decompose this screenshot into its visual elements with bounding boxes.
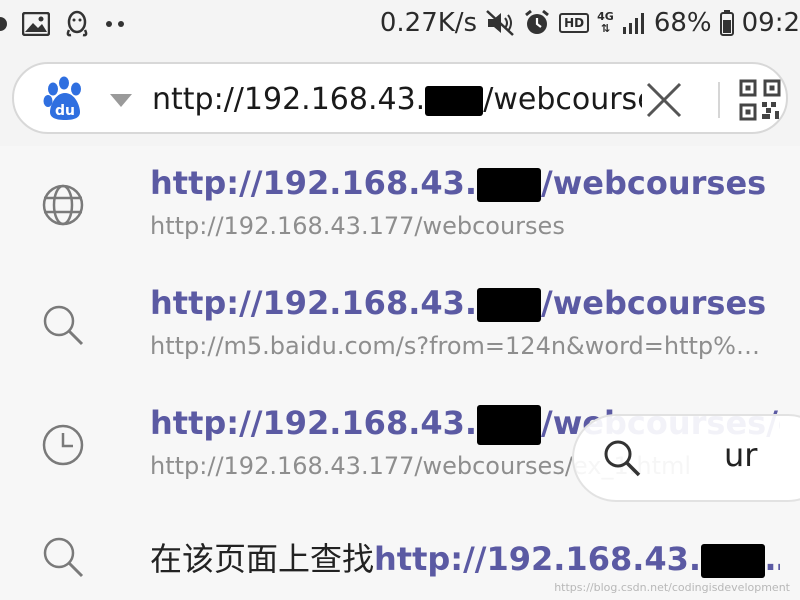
title-suffix: /webcourses <box>541 284 767 322</box>
suggestion-subtitle: http://m5.baidu.com/s?from=124n&word=htt… <box>150 332 770 360</box>
notification-icon <box>0 13 8 35</box>
find-in-page-pill[interactable]: ur <box>572 414 800 502</box>
title-prefix: http://192.168.43. <box>374 540 702 578</box>
suggestion-item-search[interactable]: http://192.168.43. /webcourses http://m5.… <box>0 266 800 386</box>
title-suffix: /webcourses <box>541 164 767 202</box>
watermark: https://blog.csdn.net/codingisdevelopmen… <box>554 581 790 594</box>
baidu-logo-icon[interactable]: du <box>40 74 90 122</box>
network-arrows: ⇅ <box>600 22 611 35</box>
suggestion-title: http://192.168.43. /webcourses <box>150 164 780 202</box>
battery-percent: 68% <box>653 8 712 38</box>
search-icon <box>602 438 642 478</box>
address-bar[interactable]: du nttp://192.168.43. /webcourses <box>12 62 788 134</box>
title-prefix: http://192.168.43. <box>150 164 478 202</box>
status-bar: 0.27K/s HD 4G ⇅ 68% 09:2 <box>0 0 800 52</box>
history-icon <box>40 422 86 468</box>
battery-icon <box>719 10 734 36</box>
gallery-icon <box>22 12 50 36</box>
status-bar-left <box>0 10 128 38</box>
suggestion-item-visited[interactable]: http://192.168.43. /webcourses http://192… <box>0 146 800 266</box>
redaction-mark <box>477 405 542 445</box>
redaction-mark <box>477 168 542 202</box>
browser-screen: 0.27K/s HD 4G ⇅ 68% 09:2 du nttp://192.1… <box>0 0 800 600</box>
more-dots-icon <box>104 19 128 29</box>
title-suffix: … <box>765 540 780 578</box>
suggestion-title: 在该页面上查找http://192.168.43. … <box>150 534 780 580</box>
hd-badge: HD <box>559 13 590 33</box>
qr-scan-icon[interactable] <box>738 78 782 122</box>
network-speed: 0.27K/s <box>379 8 478 38</box>
qq-icon <box>64 10 90 38</box>
redaction-mark <box>477 288 542 322</box>
find-pill-text: ur <box>724 436 758 474</box>
alarm-icon <box>523 9 551 37</box>
suggestion-subtitle: http://192.168.43.177/webcourses <box>150 212 565 240</box>
find-prefix: 在该页面上查找 <box>150 540 375 578</box>
suggestion-list: http://192.168.43. /webcourses http://192… <box>0 146 800 600</box>
search-icon <box>40 302 86 348</box>
engine-dropdown-icon[interactable] <box>110 94 132 107</box>
network-type: 4G ⇅ <box>597 11 614 35</box>
clock: 09:2 <box>741 8 800 38</box>
redaction-mark <box>425 85 484 116</box>
address-divider <box>718 82 720 118</box>
suggestion-title: http://192.168.43. /webcourses <box>150 284 780 322</box>
clear-icon[interactable] <box>642 78 686 122</box>
status-bar-right: 0.27K/s HD 4G ⇅ 68% 09:2 <box>380 8 800 38</box>
mute-icon <box>485 9 515 37</box>
globe-icon <box>40 182 86 228</box>
url-suffix: /webcourses <box>483 82 642 117</box>
title-prefix: http://192.168.43. <box>150 404 478 442</box>
search-icon <box>40 534 86 580</box>
baidu-logo-text: du <box>55 103 75 119</box>
signal-icon <box>622 11 646 35</box>
url-prefix: nttp://192.168.43. <box>152 82 426 117</box>
redaction-mark <box>701 544 766 578</box>
title-prefix: http://192.168.43. <box>150 284 478 322</box>
url-input[interactable]: nttp://192.168.43. /webcourses <box>152 78 642 122</box>
